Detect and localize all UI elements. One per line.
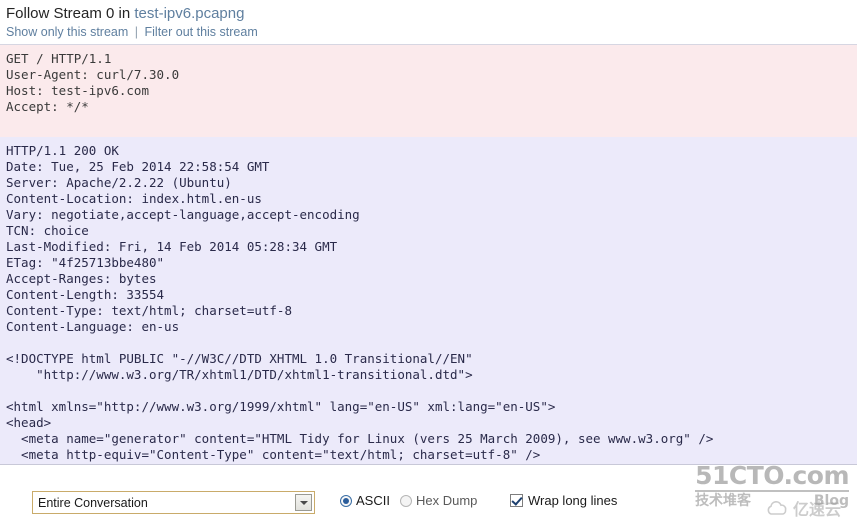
- stream-direction-select[interactable]: Entire Conversation: [32, 491, 315, 514]
- wrap-long-lines-check-indicator[interactable]: [510, 494, 523, 507]
- stream-line: Date: Tue, 25 Feb 2014 22:58:54 GMT: [6, 159, 270, 174]
- stream-line: GET / HTTP/1.1: [6, 51, 112, 66]
- capture-file-link[interactable]: test-ipv6.pcapng: [134, 5, 244, 22]
- stream-line: Accept-Ranges: bytes: [6, 271, 157, 286]
- stream-line: Host: test-ipv6.com: [6, 83, 149, 98]
- stream-line: <head>: [6, 415, 52, 430]
- chevron-down-icon[interactable]: [295, 494, 312, 511]
- stream-line: Vary: negotiate,accept-language,accept-e…: [6, 207, 360, 222]
- page-title-prefix: Follow Stream 0 in: [6, 5, 131, 22]
- stream-line: [6, 115, 857, 131]
- radio-hex-dump-indicator[interactable]: [399, 494, 412, 507]
- radio-ascii[interactable]: ASCII: [340, 493, 390, 508]
- stream-line: ETag: "4f25713bbe480": [6, 255, 165, 270]
- stream-header: Follow Stream 0 in test-ipv6.pcapng Show…: [0, 0, 857, 41]
- link-separator: |: [134, 25, 139, 39]
- stream-line: Accept: */*: [6, 99, 89, 114]
- radio-ascii-indicator[interactable]: [340, 494, 352, 507]
- server-response-block: HTTP/1.1 200 OK Date: Tue, 25 Feb 2014 22…: [0, 137, 857, 464]
- stream-line: Content-Type: text/html; charset=utf-8: [6, 303, 292, 318]
- stream-line: "http://www.w3.org/TR/xhtml1/DTD/xhtml1-…: [6, 367, 473, 382]
- radio-hex-dump[interactable]: Hex Dump: [399, 493, 478, 508]
- stream-direction-select-wrapper[interactable]: Entire Conversation: [32, 491, 315, 514]
- client-request-block: GET / HTTP/1.1 User-Agent: curl/7.30.0 Hos…: [0, 45, 857, 137]
- wrap-long-lines-label: Wrap long lines: [528, 493, 618, 508]
- stream-line: <meta name="generator" content="HTML Tid…: [6, 431, 714, 446]
- stream-line: Last-Modified: Fri, 14 Feb 2014 05:28:34…: [6, 239, 338, 254]
- stream-line: <!DOCTYPE html PUBLIC "-//W3C//DTD XHTML…: [6, 351, 473, 366]
- show-only-this-stream-link[interactable]: Show only this stream: [6, 25, 128, 39]
- stream-line: Content-Location: index.html.en-us: [6, 191, 262, 206]
- stream-direction-selected-value: Entire Conversation: [38, 496, 148, 510]
- stream-controls-bar: Entire Conversation ASCII Hex Dump Wrap …: [0, 466, 857, 526]
- wrap-long-lines-checkbox[interactable]: Wrap long lines: [510, 493, 617, 508]
- page-title: Follow Stream 0 in test-ipv6.pcapng: [6, 4, 857, 23]
- format-radio-group: ASCII Hex Dump: [340, 493, 487, 508]
- stream-line: [6, 383, 857, 399]
- stream-line: <meta http-equiv="Content-Type" content=…: [6, 447, 541, 462]
- filter-out-this-stream-link[interactable]: Filter out this stream: [145, 25, 258, 39]
- stream-line: [6, 335, 857, 351]
- stream-line: HTTP/1.1 200 OK: [6, 143, 119, 158]
- stream-content-panel[interactable]: GET / HTTP/1.1 User-Agent: curl/7.30.0 Hos…: [0, 44, 857, 465]
- stream-line: Content-Length: 33554: [6, 287, 165, 302]
- stream-line: User-Agent: curl/7.30.0: [6, 67, 180, 82]
- radio-ascii-label: ASCII: [356, 493, 390, 508]
- stream-filter-links: Show only this stream | Filter out this …: [6, 24, 857, 41]
- radio-hex-dump-label: Hex Dump: [415, 493, 478, 508]
- stream-line: <html xmlns="http://www.w3.org/1999/xhtm…: [6, 399, 556, 414]
- stream-line: Server: Apache/2.2.22 (Ubuntu): [6, 175, 232, 190]
- stream-line: Content-Language: en-us: [6, 319, 180, 334]
- stream-line: TCN: choice: [6, 223, 89, 238]
